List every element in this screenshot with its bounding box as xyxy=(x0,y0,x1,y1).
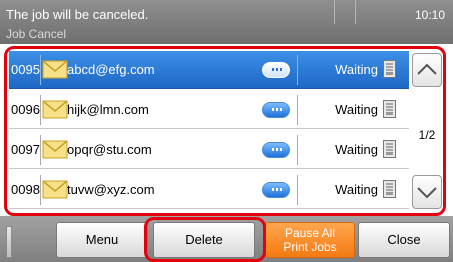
screen-title: Job Cancel xyxy=(6,27,67,41)
panel-edge xyxy=(6,226,12,258)
clock: 10:10 xyxy=(414,8,445,22)
highlight-frame-delete xyxy=(144,217,266,262)
menu-button[interactable]: Menu xyxy=(56,222,148,258)
highlight-frame-list xyxy=(4,46,446,216)
header-divider xyxy=(334,0,335,24)
status-message: The job will be canceled. xyxy=(6,7,149,22)
header-divider xyxy=(355,0,356,24)
close-button[interactable]: Close xyxy=(358,222,450,258)
top-bar: The job will be canceled. Job Cancel 10:… xyxy=(0,0,453,44)
pause-all-print-jobs-button[interactable]: Pause All Print Jobs xyxy=(265,222,355,258)
